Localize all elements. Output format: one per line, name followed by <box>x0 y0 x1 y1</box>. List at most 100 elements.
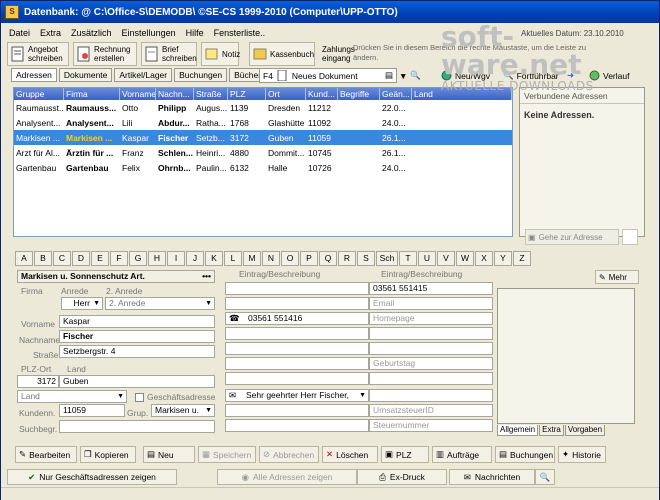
letter-filter-button[interactable]: Y <box>494 251 512 266</box>
alle-adressen-button[interactable]: ◉ Alle Adressen zeigen <box>217 469 357 485</box>
tab-artikel-lager[interactable]: Artikel/Lager <box>114 68 173 82</box>
document-icon[interactable] <box>622 229 638 245</box>
menu-datei[interactable]: Datei <box>9 28 30 38</box>
phone1-field[interactable]: 03561 551416 ☎ <box>225 312 369 325</box>
table-row[interactable]: Markisen ... Markisen ... Kaspar Fischer Set… <box>14 130 512 145</box>
col-gruppe[interactable]: Gruppe <box>14 88 64 100</box>
col-vorname[interactable]: Vorname <box>120 88 156 100</box>
letter-filter-button[interactable]: K <box>205 251 223 266</box>
steuernummer-field[interactable]: Steuernummer <box>369 419 493 432</box>
contact-desc-10[interactable] <box>225 419 369 432</box>
geburtstag-field[interactable]: Geburtstag <box>369 357 493 370</box>
letter-filter-button[interactable]: D <box>72 251 90 266</box>
letter-filter-button[interactable]: P <box>300 251 318 266</box>
letter-filter-button[interactable]: G <box>129 251 147 266</box>
menu-fensterliste[interactable]: Fensterliste.. <box>214 28 266 38</box>
strasse-field[interactable]: Setzbergstr. 4 <box>59 345 215 358</box>
letter-filter-button[interactable]: Q <box>319 251 337 266</box>
contact-value-7[interactable] <box>369 372 493 385</box>
dropdown-arrow-icon[interactable]: ▼ <box>399 71 407 81</box>
suchbegr-field[interactable] <box>59 420 215 433</box>
letter-filter-button[interactable]: N <box>262 251 280 266</box>
menu-zusaetzlich[interactable]: Zusätzlich <box>71 28 112 38</box>
menu-hilfe[interactable]: Hilfe <box>186 28 204 38</box>
contact-desc-4[interactable] <box>225 327 369 340</box>
bearbeiten-button[interactable]: ✎ Bearbeiten <box>15 446 77 463</box>
tab-adressen[interactable]: Adressen <box>11 68 57 82</box>
kopieren-button[interactable]: ❐ Kopieren <box>80 446 136 463</box>
nur-geschaeft-button[interactable]: ✔ Nur Geschäftsadressen zeigen <box>7 469 177 485</box>
kundennr-field[interactable]: 11059 <box>59 404 125 417</box>
contact-desc-9[interactable] <box>225 404 369 417</box>
tab-dokumente[interactable]: Dokumente <box>58 68 113 82</box>
angebot-button[interactable]: Angebot schreiben <box>7 42 69 66</box>
letter-filter-button[interactable]: L <box>224 251 242 266</box>
col-land[interactable]: Land <box>412 88 512 100</box>
notes-box[interactable] <box>497 288 635 424</box>
verlauf-button[interactable]: Verlauf <box>589 68 629 83</box>
col-firma[interactable]: Firma <box>64 88 120 100</box>
letter-filter-button[interactable]: C <box>53 251 71 266</box>
menu-einstellungen[interactable]: Einstellungen <box>122 28 176 38</box>
neu-wgv-button[interactable]: Neu/Wgv <box>441 68 490 83</box>
col-kundennr[interactable]: Kund... <box>306 88 338 100</box>
nachname-field[interactable]: Fischer <box>59 330 215 343</box>
table-row[interactable]: Gartenbau Gartenbau Felix Ohrnb... Paulin...… <box>14 160 512 175</box>
tab-vorgaben[interactable]: Vorgaben <box>564 425 606 436</box>
ust-field[interactable]: UmsatzsteuerID <box>369 404 493 417</box>
briefanrede-select[interactable]: ✉ Sehr geehrter Herr Fischer, ▼ <box>225 389 369 402</box>
tab-allgemein[interactable]: Allgemein <box>497 425 539 436</box>
gruppe-select[interactable]: Markisen u. ▼ <box>151 404 215 417</box>
homepage-field[interactable]: Homepage <box>369 312 493 325</box>
notiz-button[interactable]: Notiz <box>201 42 240 66</box>
letter-filter-button[interactable]: A <box>15 251 33 266</box>
anrede2-select[interactable]: 2. Anrede ▼ <box>105 297 215 310</box>
geschaeftsadresse-checkbox[interactable]: Geschäftsadresse <box>135 392 216 402</box>
search-button[interactable]: 🔍 <box>535 469 555 485</box>
contact-value-5[interactable] <box>369 342 493 355</box>
contact-desc-2[interactable] <box>225 297 369 310</box>
letter-filter-button[interactable]: E <box>91 251 109 266</box>
letter-filter-button[interactable]: T <box>399 251 417 266</box>
mehr-button[interactable]: ✎ Mehr <box>595 270 639 284</box>
briefanrede-extra[interactable] <box>369 389 493 402</box>
loeschen-button[interactable]: ✕ Löschen <box>322 446 378 463</box>
group-name-field[interactable]: Markisen u. Sonnenschutz Art. ••• <box>17 270 215 283</box>
col-ort[interactable]: Ort <box>266 88 306 100</box>
plz-field[interactable]: 3172 <box>17 375 59 388</box>
email-field[interactable]: Email <box>369 297 493 310</box>
letter-filter-button[interactable]: X <box>475 251 493 266</box>
phone2-field[interactable]: 03561 551415 <box>369 282 493 295</box>
nachrichten-button[interactable]: ✉ Nachrichten <box>449 469 535 485</box>
goto-address-button[interactable]: ▣ Gehe zur Adresse <box>525 229 619 245</box>
contact-value-4[interactable] <box>369 327 493 340</box>
abbrechen-button[interactable]: ⊘ Abbrechen <box>259 446 319 463</box>
document-select[interactable]: F4 Neues Dokument ▤ <box>259 68 397 83</box>
contact-desc-1[interactable] <box>225 282 369 295</box>
land-select[interactable]: Land ▼ <box>17 390 127 403</box>
kassenbuch-button[interactable]: Kassenbuch <box>249 42 315 66</box>
letter-filter-button[interactable]: U <box>418 251 436 266</box>
speichern-button[interactable]: ▦ Speichern <box>198 446 256 463</box>
col-begriffe[interactable]: Begriffe <box>338 88 380 100</box>
auftraege-button[interactable]: ▥ Aufträge <box>432 446 492 463</box>
buchungen-button[interactable]: ▤ Buchungen <box>495 446 555 463</box>
letter-filter-button[interactable]: W <box>456 251 474 266</box>
letter-filter-button[interactable]: J <box>186 251 204 266</box>
letter-filter-button[interactable]: Z <box>513 251 531 266</box>
arrow-button[interactable]: ➜ <box>567 68 574 83</box>
letter-filter-button[interactable]: F <box>110 251 128 266</box>
menu-extra[interactable]: Extra <box>40 28 61 38</box>
letter-filter-button[interactable]: O <box>281 251 299 266</box>
letter-filter-button[interactable]: Sch <box>376 251 398 266</box>
plz-button[interactable]: ▣ PLZ <box>381 446 429 463</box>
neu-button[interactable]: ▤ Neu <box>143 446 195 463</box>
letter-filter-button[interactable]: M <box>243 251 261 266</box>
table-row[interactable]: Raumausst... Raumauss... Otto Philipp Augus.… <box>14 100 512 115</box>
ex-druck-button[interactable]: ⎙ Ex-Druck <box>357 469 447 485</box>
rechnung-button[interactable]: Rechnung erstellen <box>73 42 137 66</box>
ort-field[interactable]: Guben <box>59 375 215 388</box>
col-geaendert[interactable]: Geän... <box>380 88 412 100</box>
letter-filter-button[interactable]: R <box>338 251 356 266</box>
contact-desc-6[interactable] <box>225 357 369 370</box>
